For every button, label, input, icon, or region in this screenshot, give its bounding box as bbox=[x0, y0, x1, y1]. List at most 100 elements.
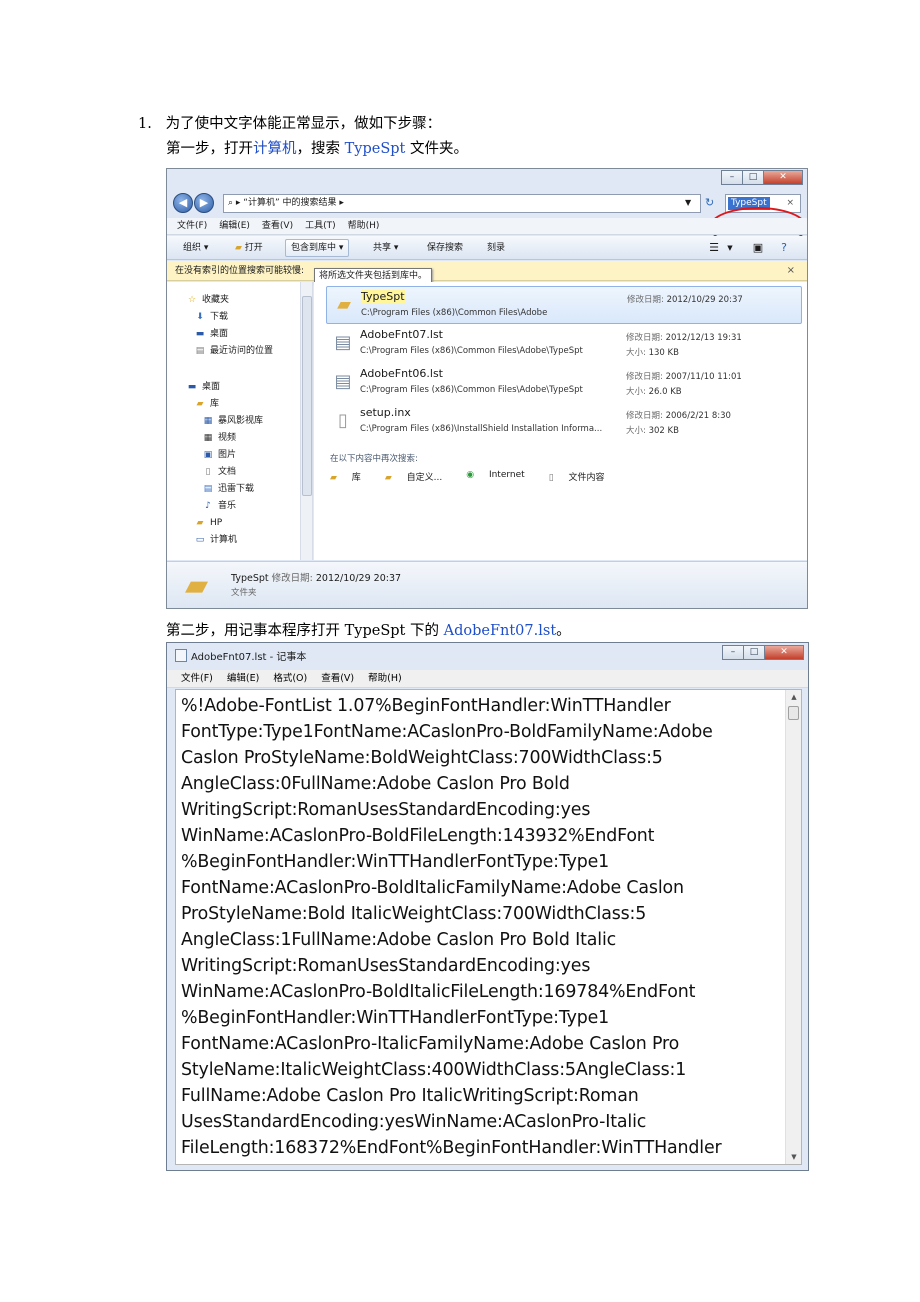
menu-tools[interactable]: 工具(T) bbox=[305, 218, 336, 234]
help-icon[interactable]: ? bbox=[777, 241, 791, 255]
nav-scrollbar[interactable] bbox=[300, 282, 312, 560]
details-name: TypeSpt 修改日期: 2012/10/29 20:37 bbox=[231, 573, 402, 584]
documents-icon: ▯ bbox=[205, 467, 211, 477]
explorer-window: – □ ✕ ◀ ▶ ⌕ ▸ “计算机” 中的搜索结果 ▸ ▼ ↻ TypeSpt… bbox=[166, 168, 808, 609]
results-pane: ▰ TypeSpt C:\Program Files (x86)\Common … bbox=[314, 282, 807, 560]
info-bar-text: 在没有索引的位置搜索可能较慢: bbox=[175, 266, 305, 276]
result-row[interactable]: ▤ AdobeFnt07.lst C:\Program Files (x86)\… bbox=[326, 325, 802, 363]
search-small-icon: ⌕ ▸ bbox=[228, 198, 244, 208]
computer-link[interactable]: 计算机 bbox=[253, 141, 297, 157]
result-row[interactable]: ▯ setup.inx C:\Program Files (x86)\Insta… bbox=[326, 403, 802, 441]
computer-icon: ▭ bbox=[195, 535, 205, 545]
step-two: 第二步，用记事本程序打开 TypeSpt 下的 AdobeFnt07.lst。 bbox=[166, 621, 571, 641]
scroll-up-icon[interactable]: ▲ bbox=[786, 690, 801, 704]
nav-music[interactable]: ♪ 音乐 bbox=[201, 498, 236, 514]
text-line: FontName:ACaslonPro-ItalicFamilyName:Ado… bbox=[181, 1034, 680, 1054]
menu-view[interactable]: 查看(V) bbox=[262, 218, 293, 234]
menu-format[interactable]: 格式(O) bbox=[273, 670, 307, 687]
result-name: TypeSpt bbox=[361, 290, 405, 303]
folder-icon: ▰ bbox=[185, 568, 209, 603]
notepad-scrollbar[interactable]: ▲ ▼ bbox=[785, 690, 801, 1164]
close-button[interactable]: ✕ bbox=[764, 645, 804, 660]
address-row: ◀ ▶ ⌕ ▸ “计算机” 中的搜索结果 ▸ ▼ ↻ TypeSpt × bbox=[167, 191, 807, 247]
menu-view[interactable]: 查看(V) bbox=[321, 670, 354, 687]
close-infobar-icon[interactable]: × bbox=[787, 261, 795, 281]
notepad-text-area[interactable]: %!Adobe-FontList 1.07%BeginFontHandler:W… bbox=[175, 689, 802, 1165]
nav-downloads[interactable]: ⬇ 下载 bbox=[193, 309, 228, 325]
nav-favorites-label: 收藏夹 bbox=[202, 295, 230, 305]
nav-desktop-favorite[interactable]: ▬ 桌面 bbox=[193, 326, 228, 342]
result-path: C:\Program Files (x86)\InstallShield Ins… bbox=[360, 424, 603, 434]
file-contents-icon: ▯ bbox=[548, 473, 554, 483]
back-icon[interactable]: ◀ bbox=[173, 193, 193, 213]
search-internet[interactable]: ◉ Internet bbox=[466, 470, 536, 483]
close-button[interactable]: ✕ bbox=[763, 170, 803, 185]
share-button[interactable]: 共享 ▾ bbox=[373, 236, 398, 260]
search-in-library[interactable]: ▰ 库 bbox=[330, 470, 373, 483]
scroll-down-icon[interactable]: ▼ bbox=[786, 1150, 801, 1164]
nav-hp[interactable]: ▰ HP bbox=[193, 515, 223, 531]
view-options-icon[interactable]: ☰ bbox=[707, 241, 721, 255]
adobefnt07-link[interactable]: AdobeFnt07.lst bbox=[444, 623, 557, 639]
view-dropdown-icon[interactable]: ▼ bbox=[723, 241, 737, 255]
nav-library[interactable]: ▰ 库 bbox=[193, 396, 219, 412]
organize-button[interactable]: 组织 ▾ bbox=[183, 236, 208, 260]
recent-places-icon: ▤ bbox=[195, 346, 205, 356]
nav-storm[interactable]: ▦ 暴风影视库 bbox=[201, 413, 263, 429]
menu-help[interactable]: 帮助(H) bbox=[348, 218, 380, 234]
maximize-button[interactable]: □ bbox=[742, 170, 764, 185]
address-bar[interactable]: ⌕ ▸ “计算机” 中的搜索结果 ▸ bbox=[223, 194, 701, 213]
result-row[interactable]: ▰ TypeSpt C:\Program Files (x86)\Common … bbox=[326, 286, 802, 324]
menu-file[interactable]: 文件(F) bbox=[177, 218, 207, 234]
search-file-contents[interactable]: ▯ 文件内容 bbox=[549, 470, 617, 483]
nav-recent[interactable]: ▤ 最近访问的位置 bbox=[193, 343, 273, 359]
minimize-button[interactable]: – bbox=[722, 645, 744, 660]
minimize-button[interactable]: – bbox=[721, 170, 743, 185]
typespt-link[interactable]: TypeSpt bbox=[345, 141, 406, 157]
internet-icon: ◉ bbox=[466, 470, 475, 480]
include-library-button[interactable]: 包含到库中 ▾ bbox=[285, 239, 350, 257]
file-icon: ▯ bbox=[338, 410, 348, 431]
explorer-toolbar: 组织 ▾ ▰ 打开 包含到库中 ▾ 共享 ▾ 保存搜索 刻录 ☰ ▼ ▣ ? bbox=[167, 236, 807, 260]
nav-documents[interactable]: ▯ 文档 bbox=[201, 464, 237, 480]
nav-xunlei[interactable]: ▤ 迅雷下载 bbox=[201, 481, 254, 497]
details-pane: ▰ TypeSpt 修改日期: 2012/10/29 20:37 文件夹 bbox=[167, 561, 807, 608]
menu-edit[interactable]: 编辑(E) bbox=[219, 218, 250, 234]
result-row[interactable]: ▤ AdobeFnt06.lst C:\Program Files (x86)\… bbox=[326, 364, 802, 402]
step-heading-text: 为了使中文字体能正常显示，做如下步骤： bbox=[165, 116, 442, 132]
nav-desktop[interactable]: ▬ 桌面 bbox=[185, 379, 220, 395]
nav-favorites[interactable]: ☆ 收藏夹 bbox=[185, 292, 229, 308]
folder-icon: ▰ bbox=[337, 294, 351, 315]
search-custom[interactable]: ▰ 自定义... bbox=[385, 470, 454, 483]
result-path: C:\Program Files (x86)\Common Files\Adob… bbox=[360, 346, 583, 356]
notepad-window: AdobeFnt07.lst - 记事本 – □ ✕ 文件(F) 编辑(E) 格… bbox=[166, 642, 809, 1171]
result-path: C:\Program Files (x86)\Common Files\Adob… bbox=[361, 308, 548, 318]
refresh-icon[interactable]: ↻ bbox=[705, 196, 721, 212]
menu-file[interactable]: 文件(F) bbox=[181, 670, 213, 687]
burn-button[interactable]: 刻录 bbox=[487, 236, 505, 260]
desktop-icon: ▬ bbox=[195, 329, 205, 339]
download-folder-icon: ▤ bbox=[203, 484, 213, 494]
open-button[interactable]: ▰ 打开 bbox=[235, 236, 263, 260]
nav-computer[interactable]: ▭ 计算机 bbox=[193, 532, 237, 548]
forward-icon[interactable]: ▶ bbox=[194, 193, 214, 213]
clear-search-icon[interactable]: × bbox=[786, 198, 794, 208]
nav-pictures[interactable]: ▣ 图片 bbox=[201, 447, 236, 463]
address-dropdown-icon[interactable]: ▼ bbox=[685, 198, 691, 207]
text-line: AngleClass:1FullName:Adobe Caslon Pro Bo… bbox=[181, 930, 617, 950]
result-path: C:\Program Files (x86)\Common Files\Adob… bbox=[360, 385, 583, 395]
menu-help[interactable]: 帮助(H) bbox=[368, 670, 402, 687]
menu-edit[interactable]: 编辑(E) bbox=[227, 670, 259, 687]
maximize-button[interactable]: □ bbox=[743, 645, 765, 660]
step-number: 1. bbox=[138, 116, 152, 132]
save-search-button[interactable]: 保存搜索 bbox=[427, 236, 463, 260]
preview-pane-icon[interactable]: ▣ bbox=[751, 241, 765, 255]
step-one-pre: 第一步，打开 bbox=[166, 141, 253, 157]
info-bar[interactable]: 在没有索引的位置搜索可能较慢: bbox=[167, 261, 807, 281]
nav-video[interactable]: ▦ 视频 bbox=[201, 430, 236, 446]
nav-desktop-favorite-label: 桌面 bbox=[210, 329, 229, 339]
explorer-menubar: 文件(F) 编辑(E) 查看(V) 工具(T) 帮助(H) bbox=[167, 218, 807, 235]
library-icon: ▰ bbox=[330, 473, 337, 483]
nav-scroll-thumb[interactable] bbox=[302, 296, 312, 496]
scroll-thumb[interactable] bbox=[788, 706, 799, 720]
